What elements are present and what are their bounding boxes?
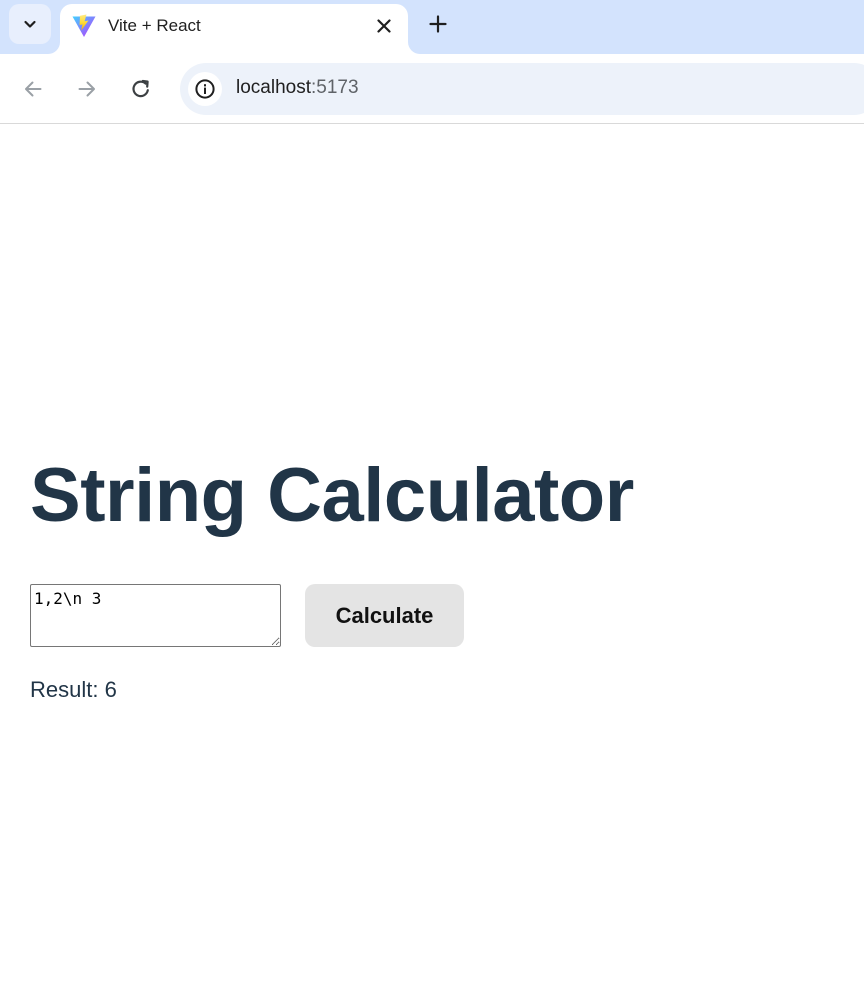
tab-close-button[interactable]	[372, 14, 396, 38]
reload-button[interactable]	[123, 71, 159, 107]
url-text[interactable]: localhost:5173	[236, 77, 359, 99]
back-button[interactable]	[15, 71, 51, 107]
forward-button[interactable]	[69, 71, 105, 107]
reload-icon	[132, 79, 149, 98]
result-text: Result: 6	[30, 677, 117, 702]
tab-search-button[interactable]	[9, 4, 51, 44]
active-tab[interactable]: Vite + React	[60, 4, 408, 54]
page-title: String Calculator	[30, 453, 634, 538]
arrow-left-icon	[25, 81, 42, 97]
numbers-input[interactable]: 1,2\n 3	[30, 584, 281, 647]
url-port: :5173	[311, 77, 359, 98]
url-host: localhost	[236, 77, 311, 98]
page-content: String Calculator 1,2\n 3 Calculate Resu…	[0, 125, 864, 1000]
vite-logo-icon	[72, 14, 96, 37]
tab-strip: Vite + React	[0, 0, 864, 54]
arrow-right-icon	[78, 81, 95, 97]
info-icon	[195, 79, 215, 99]
browser-toolbar: localhost:5173	[0, 54, 864, 124]
new-tab-button[interactable]	[420, 6, 456, 42]
chevron-down-icon	[24, 20, 36, 28]
address-bar[interactable]: localhost:5173	[180, 63, 864, 115]
site-info-button[interactable]	[188, 72, 222, 106]
close-icon	[377, 19, 391, 33]
plus-icon	[429, 15, 447, 33]
tab-title: Vite + React	[108, 16, 201, 35]
calculate-button[interactable]: Calculate	[305, 584, 464, 647]
